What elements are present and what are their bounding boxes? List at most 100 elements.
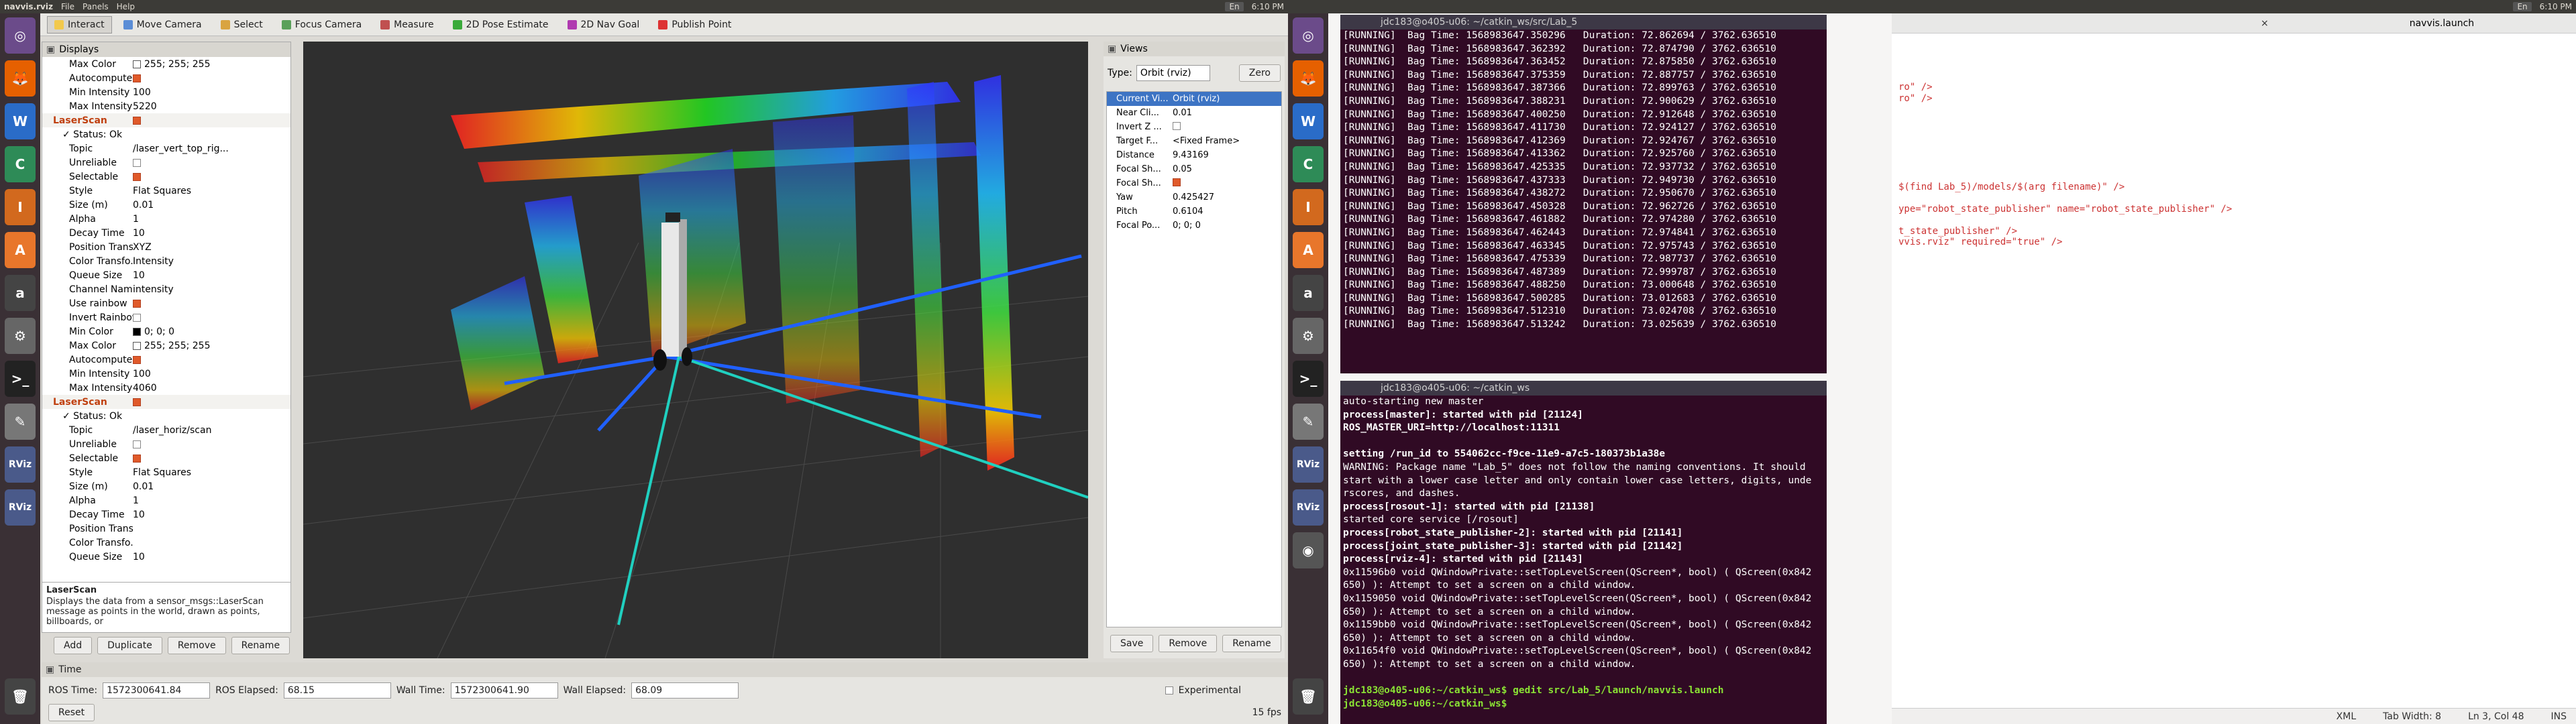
tool-publish-point[interactable]: Publish Point xyxy=(651,16,739,34)
display-row[interactable]: ✓ Status: Ok xyxy=(42,127,290,141)
tool-measure[interactable]: Measure xyxy=(373,16,441,34)
menu-help[interactable]: Help xyxy=(113,2,139,11)
text-editor-icon[interactable]: ✎ xyxy=(1293,404,1324,440)
display-row[interactable]: Unreliable xyxy=(42,156,290,170)
display-row[interactable]: Max Intensity 5220 xyxy=(42,99,290,113)
ros-elapsed-field[interactable]: 68.15 xyxy=(283,682,391,699)
terminal-roslaunch[interactable]: jdc183@o405-u06: ~/catkin_ws auto-starti… xyxy=(1340,381,1827,724)
settings-icon[interactable]: ⚙ xyxy=(5,318,36,354)
display-row[interactable]: Unreliable xyxy=(42,437,290,451)
display-row[interactable]: Style Flat Squares xyxy=(42,184,290,198)
terminal-bag[interactable]: jdc183@o405-u06: ~/catkin_ws/src/Lab_5 [… xyxy=(1340,15,1827,373)
display-row[interactable]: Alpha 1 xyxy=(42,493,290,507)
writer-icon[interactable]: W xyxy=(5,103,36,139)
tab-width-select[interactable]: Tab Width: 8 xyxy=(2383,711,2441,722)
tool-2d-nav-goal[interactable]: 2D Nav Goal xyxy=(560,16,647,34)
display-row[interactable]: Topic/laser_horiz/scan xyxy=(42,423,290,437)
view-row[interactable]: Distance 9.43169 xyxy=(1107,148,1281,162)
settings-icon[interactable]: ⚙ xyxy=(1293,318,1324,354)
display-row[interactable]: Min Intensity 100 xyxy=(42,85,290,99)
display-row[interactable]: Size (m) 0.01 xyxy=(42,479,290,493)
display-row[interactable]: Autocompute ... xyxy=(42,71,290,85)
prop-checkbox[interactable] xyxy=(133,158,141,167)
rviz-icon[interactable]: RViz xyxy=(1293,446,1324,483)
view-row[interactable]: Yaw 0.425427 xyxy=(1107,190,1281,204)
amazon-icon[interactable]: a xyxy=(1293,275,1324,311)
prop-checkbox[interactable] xyxy=(133,398,141,406)
tool-focus-camera[interactable]: Focus Camera xyxy=(274,16,369,34)
writer-icon[interactable]: W xyxy=(1293,103,1324,139)
display-row[interactable]: Queue Size 10 xyxy=(42,268,290,282)
impress-icon[interactable]: I xyxy=(1293,189,1324,225)
firefox-icon[interactable]: 🦊 xyxy=(1293,60,1324,97)
keyboard-indicator[interactable]: En xyxy=(1225,2,1244,11)
display-row[interactable]: Min Color 0; 0; 0 xyxy=(42,324,290,339)
rviz-icon-2[interactable]: RViz xyxy=(1293,489,1324,526)
impress-icon[interactable]: I xyxy=(5,189,36,225)
lang-select[interactable]: XML xyxy=(2337,711,2356,722)
display-row[interactable]: ✓ Status: Ok xyxy=(42,409,290,423)
display-row[interactable]: Invert Rainbow xyxy=(42,310,290,324)
display-row[interactable]: Channel Name intensity xyxy=(42,282,290,296)
wall-time-field[interactable]: 1572300641.90 xyxy=(450,682,558,699)
3d-viewport[interactable] xyxy=(303,42,1088,658)
prop-checkbox[interactable] xyxy=(133,74,141,82)
view-row[interactable]: Focal Po... 0; 0; 0 xyxy=(1107,219,1281,233)
point-cloud-render[interactable] xyxy=(303,42,1088,658)
display-row[interactable]: Topic/laser_vert_top_rig... xyxy=(42,141,290,156)
trash-icon[interactable]: 🗑 xyxy=(5,678,36,715)
view-row[interactable]: Focal Sh... 0.05 xyxy=(1107,162,1281,176)
current-view-row[interactable]: Current Vi... Orbit (rviz) xyxy=(1107,92,1281,106)
software-center-icon[interactable]: A xyxy=(5,232,36,268)
tool-interact[interactable]: Interact xyxy=(47,15,112,34)
menu-file[interactable]: File xyxy=(57,2,78,11)
display-row[interactable]: Max Intensity 4060 xyxy=(42,381,290,395)
display-row[interactable]: Max Color 255; 255; 255 xyxy=(42,57,290,71)
remove-display-button[interactable]: Remove xyxy=(167,637,226,654)
close-tab-icon[interactable]: × xyxy=(2261,18,2269,29)
gedit-text[interactable]: ro" /> ro" /> $(find Lab_5)/models/$(arg f… xyxy=(1892,34,2576,248)
view-row[interactable]: Near Cli... 0.01 xyxy=(1107,106,1281,120)
reset-button[interactable]: Reset xyxy=(48,704,95,721)
display-row[interactable]: Position Trans... xyxy=(42,522,290,536)
prop-checkbox[interactable] xyxy=(133,116,141,125)
wall-elapsed-field[interactable]: 68.09 xyxy=(631,682,739,699)
display-row[interactable]: Position Trans...XYZ xyxy=(42,240,290,254)
text-editor-icon[interactable]: ✎ xyxy=(5,404,36,440)
duplicate-display-button[interactable]: Duplicate xyxy=(97,637,162,654)
rename-display-button[interactable]: Rename xyxy=(231,637,290,654)
amazon-icon[interactable]: a xyxy=(5,275,36,311)
display-row[interactable]: LaserScan xyxy=(42,395,290,409)
save-view-button[interactable]: Save xyxy=(1110,635,1154,652)
display-row[interactable]: Min Intensity 100 xyxy=(42,367,290,381)
display-row[interactable]: Autocompute ... xyxy=(42,353,290,367)
display-row[interactable]: Decay Time 10 xyxy=(42,507,290,522)
tool-move-camera[interactable]: Move Camera xyxy=(116,16,209,34)
display-row[interactable]: Decay Time 10 xyxy=(42,226,290,240)
keyboard-indicator-right[interactable]: En xyxy=(2513,2,2532,11)
view-row[interactable]: Target F... <Fixed Frame> xyxy=(1107,134,1281,148)
clock[interactable]: 6:10 PM xyxy=(1248,2,1288,11)
view-prop-checkbox[interactable] xyxy=(1173,121,1181,130)
display-row[interactable]: Selectable xyxy=(42,170,290,184)
gedit-tab[interactable]: navvis.launch xyxy=(2410,18,2474,29)
display-row[interactable]: Color Transfo... Intensity xyxy=(42,254,290,268)
view-type-select[interactable]: Orbit (rviz) xyxy=(1136,65,1210,81)
display-row[interactable]: Queue Size 10 xyxy=(42,550,290,564)
view-row[interactable]: Focal Sh... xyxy=(1107,176,1281,190)
calc-icon[interactable]: C xyxy=(1293,146,1324,182)
view-row[interactable]: Invert Z ... xyxy=(1107,120,1281,134)
display-row[interactable]: Selectable xyxy=(42,451,290,465)
add-display-button[interactable]: Add xyxy=(54,637,93,654)
display-row[interactable]: LaserScan xyxy=(42,113,290,127)
display-row[interactable]: Style Flat Squares xyxy=(42,465,290,479)
clock-right[interactable]: 6:10 PM xyxy=(2536,2,2576,11)
software-center-icon[interactable]: A xyxy=(1293,232,1324,268)
display-row[interactable]: Alpha 1 xyxy=(42,212,290,226)
display-row[interactable]: Use rainbow xyxy=(42,296,290,310)
tool-2d-pose-estimate[interactable]: 2D Pose Estimate xyxy=(445,16,556,34)
display-row[interactable]: Max Color 255; 255; 255 xyxy=(42,339,290,353)
menu-panels[interactable]: Panels xyxy=(78,2,113,11)
view-prop-checkbox[interactable] xyxy=(1173,178,1181,186)
rename-view-button[interactable]: Rename xyxy=(1222,635,1281,652)
